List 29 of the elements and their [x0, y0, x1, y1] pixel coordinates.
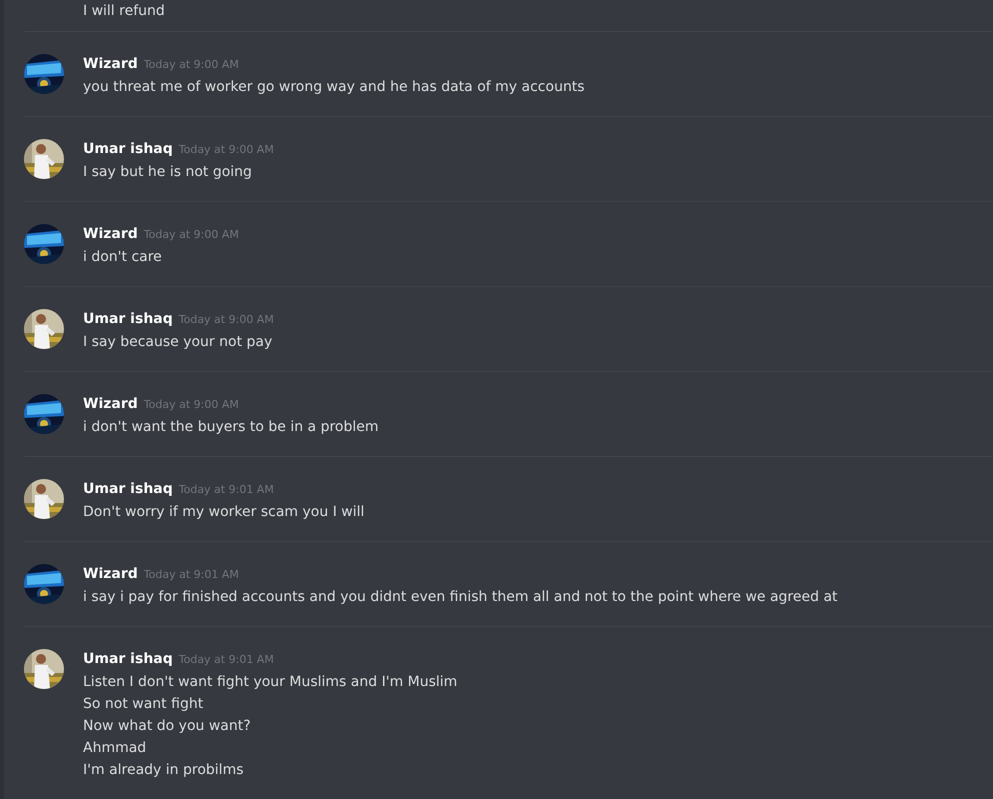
username[interactable]: Wizard	[83, 563, 138, 585]
timestamp: Today at 9:01 AM	[144, 567, 239, 583]
message-text: Listen I don't want fight your Muslims and I'm Muslim	[83, 673, 458, 692]
message-text: i don't care	[83, 248, 163, 267]
username[interactable]: Wizard	[83, 223, 138, 245]
message-text: i don't want the buyers to be in a problem	[83, 418, 379, 437]
username[interactable]: Umar ishaq	[83, 648, 173, 670]
message-text: I say but he is not going	[83, 163, 253, 182]
message-text: Ahmmad	[83, 739, 148, 758]
message-text: i say i pay for finished accounts and you didnt even finish them all and not to the point where we agreed at	[83, 588, 838, 607]
username[interactable]: Umar ishaq	[83, 308, 173, 330]
message-text: Now what do you want?	[83, 717, 252, 736]
timestamp: Today at 9:00 AM	[178, 142, 274, 158]
username[interactable]: Wizard	[83, 393, 138, 415]
timestamp: Today at 9:00 AM	[144, 227, 239, 243]
timestamp: Today at 9:01 AM	[178, 482, 274, 498]
message-text: I will refund	[83, 2, 166, 21]
username[interactable]: Wizard	[83, 53, 138, 75]
message-text: I say because your not pay	[83, 333, 274, 352]
message-text: Don't worry if my worker scam you I will	[83, 503, 364, 522]
timestamp: Today at 9:00 AM	[144, 57, 239, 73]
username[interactable]: Umar ishaq	[83, 138, 173, 160]
message-text: you threat me of worker go wrong way and he has data of my accounts	[83, 78, 585, 97]
timestamp: Today at 9:00 AM	[178, 312, 274, 328]
timestamp: Today at 9:00 AM	[144, 397, 239, 413]
username[interactable]: Umar ishaq	[83, 478, 173, 500]
message-text: I'm already in probilms	[83, 761, 245, 780]
timestamp: Today at 9:01 AM	[178, 652, 274, 668]
message-text: So not want fight	[83, 695, 204, 714]
